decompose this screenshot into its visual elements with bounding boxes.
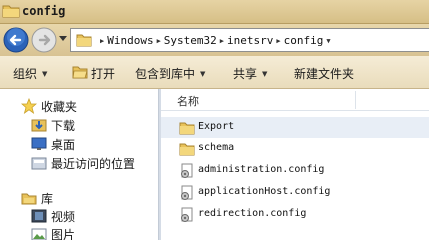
breadcrumb: ▶ Windows ▶ System32 ▶ inetsrv ▶ config ▼ [100,34,331,47]
file-list: 名称 Export schema administration.config a… [161,89,429,240]
breadcrumb-item[interactable]: System32 [164,34,217,47]
download-folder-icon [31,119,47,132]
libraries-label: 库 [41,192,54,206]
organize-label: 组织 [13,67,38,81]
folder-icon [2,5,20,18]
config-file-icon [181,207,193,222]
back-button[interactable] [3,27,29,53]
address-field[interactable]: ▶ Windows ▶ System32 ▶ inetsrv ▶ config ▼ [70,28,429,52]
config-file-icon [181,163,193,178]
nav-item-label: 最近访问的位置 [51,157,136,171]
new-folder-button[interactable]: 新建文件夹 [294,65,354,82]
organize-button[interactable]: 组织 ▼ [13,65,47,82]
title-bar: config [0,0,429,24]
favorites-label: 收藏夹 [41,100,78,114]
file-row[interactable]: administration.config [161,160,429,181]
config-file-icon [181,185,193,200]
column-divider[interactable] [355,91,356,109]
video-library-icon [31,209,47,223]
address-bar: ▶ Windows ▶ System32 ▶ inetsrv ▶ config ▼ [0,24,429,56]
folder-icon [76,34,92,47]
file-name: redirection.config [198,208,307,219]
new-folder-label: 新建文件夹 [294,67,355,81]
chevron-down-icon: ▼ [42,70,48,78]
open-button[interactable]: 打开 [91,65,115,82]
breadcrumb-item[interactable]: config [284,34,324,47]
command-bar: 组织 ▼ 打开 包含到库中 ▼ 共享 ▼ 新建文件夹 [0,56,429,89]
nav-item-label: 视频 [51,210,76,224]
file-name: schema [198,142,235,153]
library-icon [21,193,37,205]
file-row[interactable]: schema [161,138,429,159]
column-header: 名称 [161,89,429,111]
column-header-name[interactable]: 名称 [177,93,199,109]
file-name: Export [198,121,235,132]
include-label: 包含到库中 [135,67,196,81]
star-icon [21,98,37,114]
file-name: applicationHost.config [198,186,331,197]
breadcrumb-item[interactable]: Windows [107,34,153,47]
chevron-down-icon: ▼ [262,70,268,78]
open-label: 打开 [91,67,116,81]
nav-item-label: 下载 [51,119,76,133]
navigation-pane: 收藏夹 下载 桌面 最近访问的位置 库 视频 图片 [0,89,158,240]
share-label: 共享 [233,67,258,81]
file-row[interactable]: redirection.config [161,204,429,225]
file-row[interactable]: applicationHost.config [161,182,429,203]
file-name: administration.config [198,164,325,175]
chevron-down-icon: ▼ [200,70,206,78]
recent-places-icon [31,157,47,170]
window-title: config [22,4,66,18]
share-button[interactable]: 共享 ▼ [233,65,267,82]
chevron-down-icon[interactable] [59,36,67,42]
nav-item-label: 桌面 [51,138,76,152]
include-in-library-button[interactable]: 包含到库中 ▼ [135,65,205,82]
nav-item-label: 图片 [51,228,76,240]
folder-icon [179,143,195,156]
open-folder-icon [72,66,88,79]
folder-icon [179,122,195,135]
forward-button[interactable] [31,27,57,53]
desktop-icon [31,137,47,150]
file-row[interactable]: Export [161,117,429,138]
picture-library-icon [31,228,47,240]
breadcrumb-item[interactable]: inetsrv [227,34,273,47]
